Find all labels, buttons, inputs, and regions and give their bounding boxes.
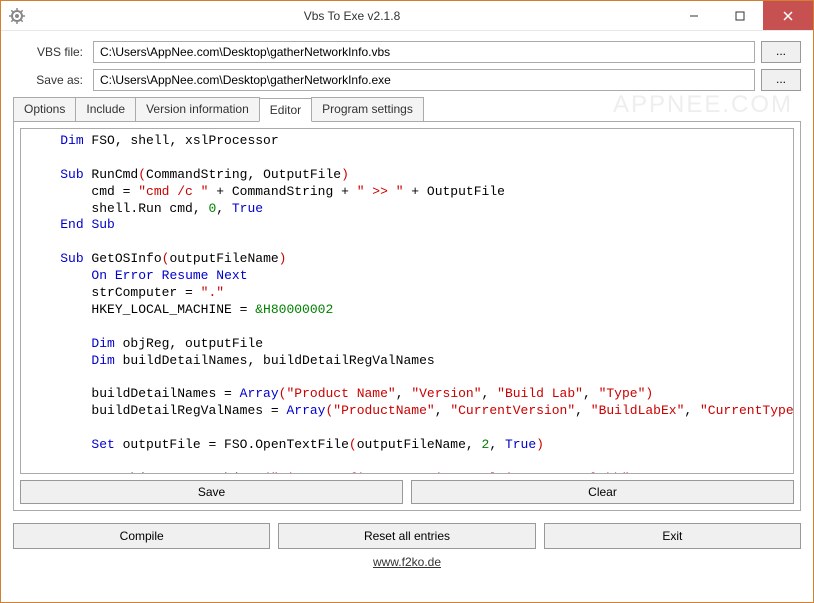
save-as-label: Save as: xyxy=(13,73,93,87)
save-button[interactable]: Save xyxy=(20,480,403,504)
tab-editor[interactable]: Editor xyxy=(259,98,312,122)
close-button[interactable] xyxy=(763,1,813,30)
titlebar: Vbs To Exe v2.1.8 xyxy=(1,1,813,31)
vbs-browse-button[interactable]: ... xyxy=(761,41,801,63)
save-as-input[interactable] xyxy=(93,69,755,91)
vbs-file-row: VBS file: ... xyxy=(13,41,801,63)
tab-version-information[interactable]: Version information xyxy=(135,97,260,121)
footer-link[interactable]: www.f2ko.de xyxy=(1,553,813,575)
clear-button[interactable]: Clear xyxy=(411,480,794,504)
save-browse-button[interactable]: ... xyxy=(761,69,801,91)
tab-include[interactable]: Include xyxy=(75,97,136,121)
tab-panel: Dim FSO, shell, xslProcessor Sub RunCmd(… xyxy=(13,121,801,511)
save-as-row: Save as: ... xyxy=(13,69,801,91)
tab-options[interactable]: Options xyxy=(13,97,76,121)
code-editor[interactable]: Dim FSO, shell, xslProcessor Sub RunCmd(… xyxy=(20,128,794,474)
vbs-file-input[interactable] xyxy=(93,41,755,63)
vbs-file-label: VBS file: xyxy=(13,45,93,59)
exit-button[interactable]: Exit xyxy=(544,523,801,549)
compile-button[interactable]: Compile xyxy=(13,523,270,549)
window-title: Vbs To Exe v2.1.8 xyxy=(33,9,671,23)
bottom-button-row: Compile Reset all entries Exit xyxy=(1,517,813,553)
tabstrip: Options Include Version information Edit… xyxy=(13,97,801,121)
reset-button[interactable]: Reset all entries xyxy=(278,523,535,549)
maximize-button[interactable] xyxy=(717,1,763,30)
window-controls xyxy=(671,1,813,30)
minimize-button[interactable] xyxy=(671,1,717,30)
tab-program-settings[interactable]: Program settings xyxy=(311,97,424,121)
app-icon xyxy=(9,8,25,24)
